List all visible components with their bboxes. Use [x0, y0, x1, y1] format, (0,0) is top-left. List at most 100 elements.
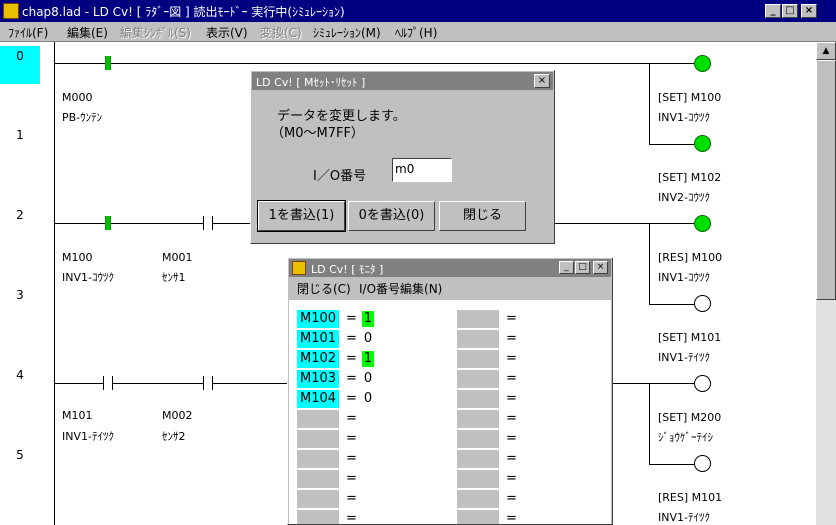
monitor-equals: =: [346, 331, 357, 346]
app-icon: [3, 3, 19, 19]
monitor-io-name[interactable]: M102: [297, 350, 339, 368]
menu-file[interactable]: ﾌｧｲﾙ(F): [8, 24, 48, 41]
monitor-io-name[interactable]: [457, 450, 499, 468]
menu-help[interactable]: ﾍﾙﾌﾟ(H): [395, 24, 437, 41]
contact-m000[interactable]: [105, 56, 111, 70]
scroll-up-arrow[interactable]: ▲: [816, 42, 836, 60]
monitor-close-button[interactable]: ×: [593, 261, 608, 274]
monitor-io-value: [362, 431, 374, 447]
rung-wire: [54, 383, 288, 384]
monitor-minimize-button[interactable]: _: [559, 261, 574, 274]
monitor-io-value: 0: [363, 391, 373, 406]
row-number[interactable]: 5: [0, 448, 40, 462]
monitor-io-name[interactable]: [297, 510, 339, 524]
close-button[interactable]: ×: [801, 4, 817, 18]
branch-wire: [649, 464, 694, 465]
row-number-selected[interactable]: 0: [0, 46, 40, 84]
monitor-io-name[interactable]: [457, 350, 499, 368]
write-1-button[interactable]: 1を書込(1): [257, 200, 346, 232]
monitor-io-value: [362, 451, 374, 467]
monitor-io-name[interactable]: [457, 330, 499, 348]
branch-wire: [649, 304, 694, 305]
coil-instruction: [RES] M101: [658, 491, 723, 504]
rung-wire: [555, 223, 694, 224]
monitor-equals: =: [506, 491, 517, 506]
monitor-equals: =: [506, 331, 517, 346]
coil-comment: INV1-ｺｳﾂｸ: [658, 111, 710, 124]
monitor-io-name[interactable]: [297, 490, 339, 508]
vertical-scrollbar[interactable]: ▲: [816, 42, 836, 525]
io-number-input[interactable]: m0: [392, 158, 452, 182]
maximize-button[interactable]: □: [782, 4, 798, 18]
monitor-io-name[interactable]: [297, 430, 339, 448]
row-number[interactable]: 1: [0, 128, 40, 142]
contact-m101[interactable]: [103, 376, 113, 390]
contact-m100[interactable]: [105, 216, 111, 230]
contact-device: M100: [62, 251, 93, 264]
row-number[interactable]: 2: [0, 208, 40, 222]
monitor-menu-io-edit[interactable]: I/O番号編集(N): [359, 280, 442, 297]
menu-convert[interactable]: 変換(C): [260, 24, 302, 41]
menu-view[interactable]: 表示(V): [206, 24, 248, 41]
monitor-io-name[interactable]: M104: [297, 390, 339, 408]
monitor-io-name[interactable]: [457, 410, 499, 428]
monitor-io-name[interactable]: [457, 370, 499, 388]
minimize-button[interactable]: _: [765, 4, 781, 18]
monitor-io-name[interactable]: M101: [297, 330, 339, 348]
coil-set-m100[interactable]: [694, 55, 711, 72]
coil-res-m101[interactable]: [694, 455, 711, 472]
coil-set-m101[interactable]: [694, 295, 711, 312]
monitor-equals: =: [346, 431, 357, 446]
dialog-close-button[interactable]: 閉じる: [439, 201, 526, 231]
monitor-title: LD Cv! [ ﾓﾆﾀ ]: [311, 263, 384, 276]
monitor-equals: =: [506, 431, 517, 446]
monitor-io-name[interactable]: [457, 490, 499, 508]
monitor-io-name[interactable]: [297, 410, 339, 428]
row-number[interactable]: 3: [0, 288, 40, 302]
monitor-menu-bar: 閉じる(C) I/O番号編集(N): [288, 278, 612, 298]
dialog-title-bar: LD Cv! [ Mｾｯﾄ･ﾘｾｯﾄ ] ×: [252, 72, 553, 90]
monitor-menu-close[interactable]: 閉じる(C): [297, 280, 351, 297]
contact-device: M101: [62, 409, 93, 422]
monitor-io-name[interactable]: [457, 390, 499, 408]
scroll-thumb[interactable]: [816, 60, 836, 300]
monitor-io-value: 0: [363, 331, 373, 346]
contact-device: M000: [62, 91, 93, 104]
menu-edit-symbol[interactable]: 編集ｼﾝﾎﾞﾙ(S): [120, 24, 191, 41]
contact-m001[interactable]: [203, 216, 213, 230]
dialog-title: LD Cv! [ Mｾｯﾄ･ﾘｾｯﾄ ]: [256, 76, 366, 89]
monitor-io-value: 1: [362, 351, 374, 367]
contact-device: M002: [162, 409, 193, 422]
contact-device: M001: [162, 251, 193, 264]
monitor-io-name[interactable]: [297, 450, 339, 468]
monitor-maximize-button[interactable]: □: [575, 261, 590, 274]
monitor-io-name[interactable]: M100: [297, 310, 339, 328]
monitor-io-name[interactable]: M103: [297, 370, 339, 388]
monitor-io-name[interactable]: [297, 470, 339, 488]
rung-wire: [54, 223, 250, 224]
monitor-io-name[interactable]: [457, 510, 499, 524]
coil-set-m102[interactable]: [694, 135, 711, 152]
monitor-equals: =: [346, 491, 357, 506]
coil-set-m200[interactable]: [694, 375, 711, 392]
power-rail-left: [54, 42, 55, 525]
contact-m002[interactable]: [203, 376, 213, 390]
rung-wire: [612, 383, 694, 384]
monitor-equals: =: [346, 351, 357, 366]
row-ruler: 0 1 2 3 4 5: [0, 42, 40, 525]
coil-comment: INV1-ｺｳﾂｸ: [658, 271, 710, 284]
monitor-io-name[interactable]: [457, 470, 499, 488]
row-number[interactable]: 4: [0, 368, 40, 382]
branch-wire: [649, 223, 650, 305]
monitor-equals: =: [346, 411, 357, 426]
monitor-io-value: 1: [362, 311, 374, 327]
monitor-table: M100 = 1 M101 = 0 M102 = 1 M103 = 0 M104 = 0 = = = = = = = = = =…: [289, 300, 611, 524]
monitor-io-name[interactable]: [457, 310, 499, 328]
monitor-io-value: 0: [363, 371, 373, 386]
write-0-button[interactable]: 0を書込(0): [348, 201, 435, 231]
menu-simulation[interactable]: ｼﾐｭﾚｰｼｮﾝ(M): [313, 24, 381, 41]
dialog-close-icon[interactable]: ×: [534, 74, 550, 88]
menu-edit[interactable]: 編集(E): [67, 24, 108, 41]
monitor-io-name[interactable]: [457, 430, 499, 448]
coil-res-m100[interactable]: [694, 215, 711, 232]
